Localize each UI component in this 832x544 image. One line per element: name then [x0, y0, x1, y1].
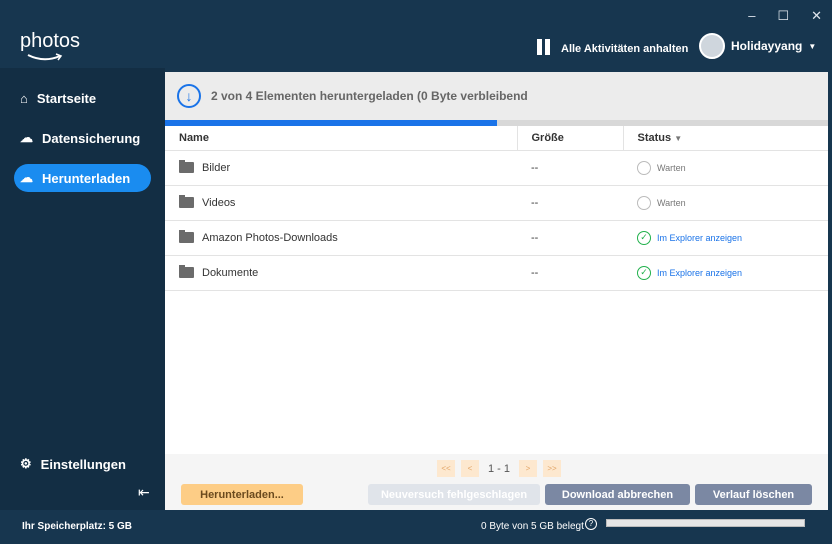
window-controls: – ☐ ✕: [748, 8, 822, 24]
logo-text: photos: [20, 30, 81, 52]
nav-label: Einstellungen: [40, 456, 126, 472]
name-cell: Videos: [165, 185, 517, 221]
folder-icon: [179, 160, 194, 174]
sidebar-item-herunterladen[interactable]: ☁ Herunterladen: [14, 164, 151, 192]
show-in-explorer-link[interactable]: Im Explorer anzeigen: [657, 267, 742, 277]
item-name: Dokumente: [202, 266, 259, 279]
nav-label: Datensicherung: [42, 130, 141, 146]
name-cell: Dokumente: [165, 255, 517, 291]
table-row[interactable]: Amazon Photos-Downloads -- ✓ Im Explorer …: [165, 220, 828, 256]
status-cell: ✓ Im Explorer anzeigen: [623, 255, 828, 291]
banner-text: 2 von 4 Elementen heruntergeladen (0 Byt…: [211, 89, 528, 103]
cancel-download-button[interactable]: Download abbrechen: [545, 484, 690, 505]
home-icon: ⌂: [20, 90, 28, 106]
smile-icon: [27, 53, 63, 61]
item-name: Bilder: [202, 161, 231, 174]
help-icon[interactable]: ?: [585, 518, 597, 530]
chevron-down-icon: ▼: [808, 41, 817, 51]
gear-icon: ⚙: [20, 456, 32, 471]
next-page-button[interactable]: >: [519, 460, 538, 477]
downloads-table: Name Größe Status ▼ Bilder -- Warten Vide…: [165, 126, 828, 291]
name-cell: Bilder: [165, 150, 517, 186]
folder-icon: [179, 195, 194, 209]
col-name[interactable]: Name: [165, 126, 517, 151]
size-cell: --: [517, 255, 623, 291]
item-name: Videos: [202, 196, 236, 209]
maximize-button[interactable]: ☐: [777, 8, 789, 24]
folder-icon: [179, 265, 194, 279]
show-in-explorer-link[interactable]: Im Explorer anzeigen: [657, 232, 742, 242]
clear-history-button[interactable]: Verlauf löschen: [695, 484, 812, 505]
item-name: Amazon Photos-Downloads: [202, 231, 338, 244]
pause-label: Alle Aktivitäten anhalten: [561, 42, 689, 55]
avatar: [699, 33, 725, 59]
folder-icon: [179, 230, 194, 244]
storage-label: Ihr Speicherplatz: 5 GB: [22, 521, 133, 532]
check-icon: ✓: [637, 230, 651, 245]
status-text: Warten: [657, 162, 686, 173]
download-button[interactable]: Herunterladen...: [181, 484, 303, 505]
table-row[interactable]: Bilder -- Warten: [165, 150, 828, 186]
sidebar-item-datensicherung[interactable]: ☁ Datensicherung: [14, 124, 151, 152]
col-status-label: Status: [637, 131, 672, 144]
download-banner: ↓ 2 von 4 Elementen heruntergeladen (0 By…: [165, 72, 828, 120]
storage-bar: [606, 519, 805, 527]
clock-icon: [637, 195, 651, 210]
nav-label: Startseite: [36, 90, 97, 106]
collapse-sidebar-icon[interactable]: ⇤: [138, 484, 150, 501]
col-status[interactable]: Status ▼: [622, 126, 828, 151]
size-cell: --: [517, 150, 623, 186]
pagination: << < 1 - 1 > >>: [437, 460, 562, 477]
table-row[interactable]: Videos -- Warten: [165, 185, 828, 221]
downloads-panel: ↓ 2 von 4 Elementen heruntergeladen (0 By…: [165, 72, 828, 510]
sidebar-item-einstellungen[interactable]: ⚙ Einstellungen: [14, 450, 132, 478]
app-logo: photos: [20, 30, 80, 63]
size-cell: --: [517, 220, 623, 256]
cloud-icon: ☁: [20, 130, 33, 145]
status-bar: Ihr Speicherplatz: 5 GB 0 Byte von 5 GB …: [0, 510, 832, 544]
last-page-button[interactable]: >>: [543, 460, 562, 477]
cloud-download-icon: ☁: [20, 170, 33, 185]
sort-down-icon: ▼: [674, 133, 683, 143]
page-range: 1 - 1: [488, 462, 511, 475]
close-button[interactable]: ✕: [811, 8, 822, 24]
user-menu[interactable]: Holidayyang ▼: [699, 33, 816, 59]
download-arrow-icon: ↓: [177, 84, 201, 108]
pause-icon: [537, 39, 553, 58]
username: Holidayyang: [731, 39, 803, 53]
clock-icon: [637, 160, 651, 175]
name-cell: Amazon Photos-Downloads: [165, 220, 517, 256]
status-cell: Warten: [623, 150, 828, 186]
status-cell: ✓ Im Explorer anzeigen: [623, 220, 828, 256]
size-cell: --: [517, 185, 623, 221]
status-cell: Warten: [623, 185, 828, 221]
footer: << < 1 - 1 > >> Herunterladen... Neuvers…: [165, 454, 828, 510]
table-row[interactable]: Dokumente -- ✓ Im Explorer anzeigen: [165, 255, 828, 291]
col-size[interactable]: Größe: [516, 126, 623, 151]
retry-failed-button[interactable]: Neuversuch fehlgeschlagen: [368, 484, 540, 505]
first-page-button[interactable]: <<: [437, 460, 455, 477]
status-text: Warten: [657, 197, 686, 208]
prev-page-button[interactable]: <: [461, 460, 479, 477]
sidebar: ⌂ Startseite ☁ Datensicherung ☁ Herunterlad…: [0, 68, 165, 510]
sidebar-item-startseite[interactable]: ⌂ Startseite: [14, 84, 151, 112]
check-icon: ✓: [637, 265, 651, 280]
nav-label: Herunterladen: [42, 170, 131, 186]
pause-all-button[interactable]: Alle Aktivitäten anhalten: [537, 39, 688, 58]
minimize-button[interactable]: –: [748, 8, 755, 24]
storage-used: 0 Byte von 5 GB belegt: [481, 521, 584, 532]
